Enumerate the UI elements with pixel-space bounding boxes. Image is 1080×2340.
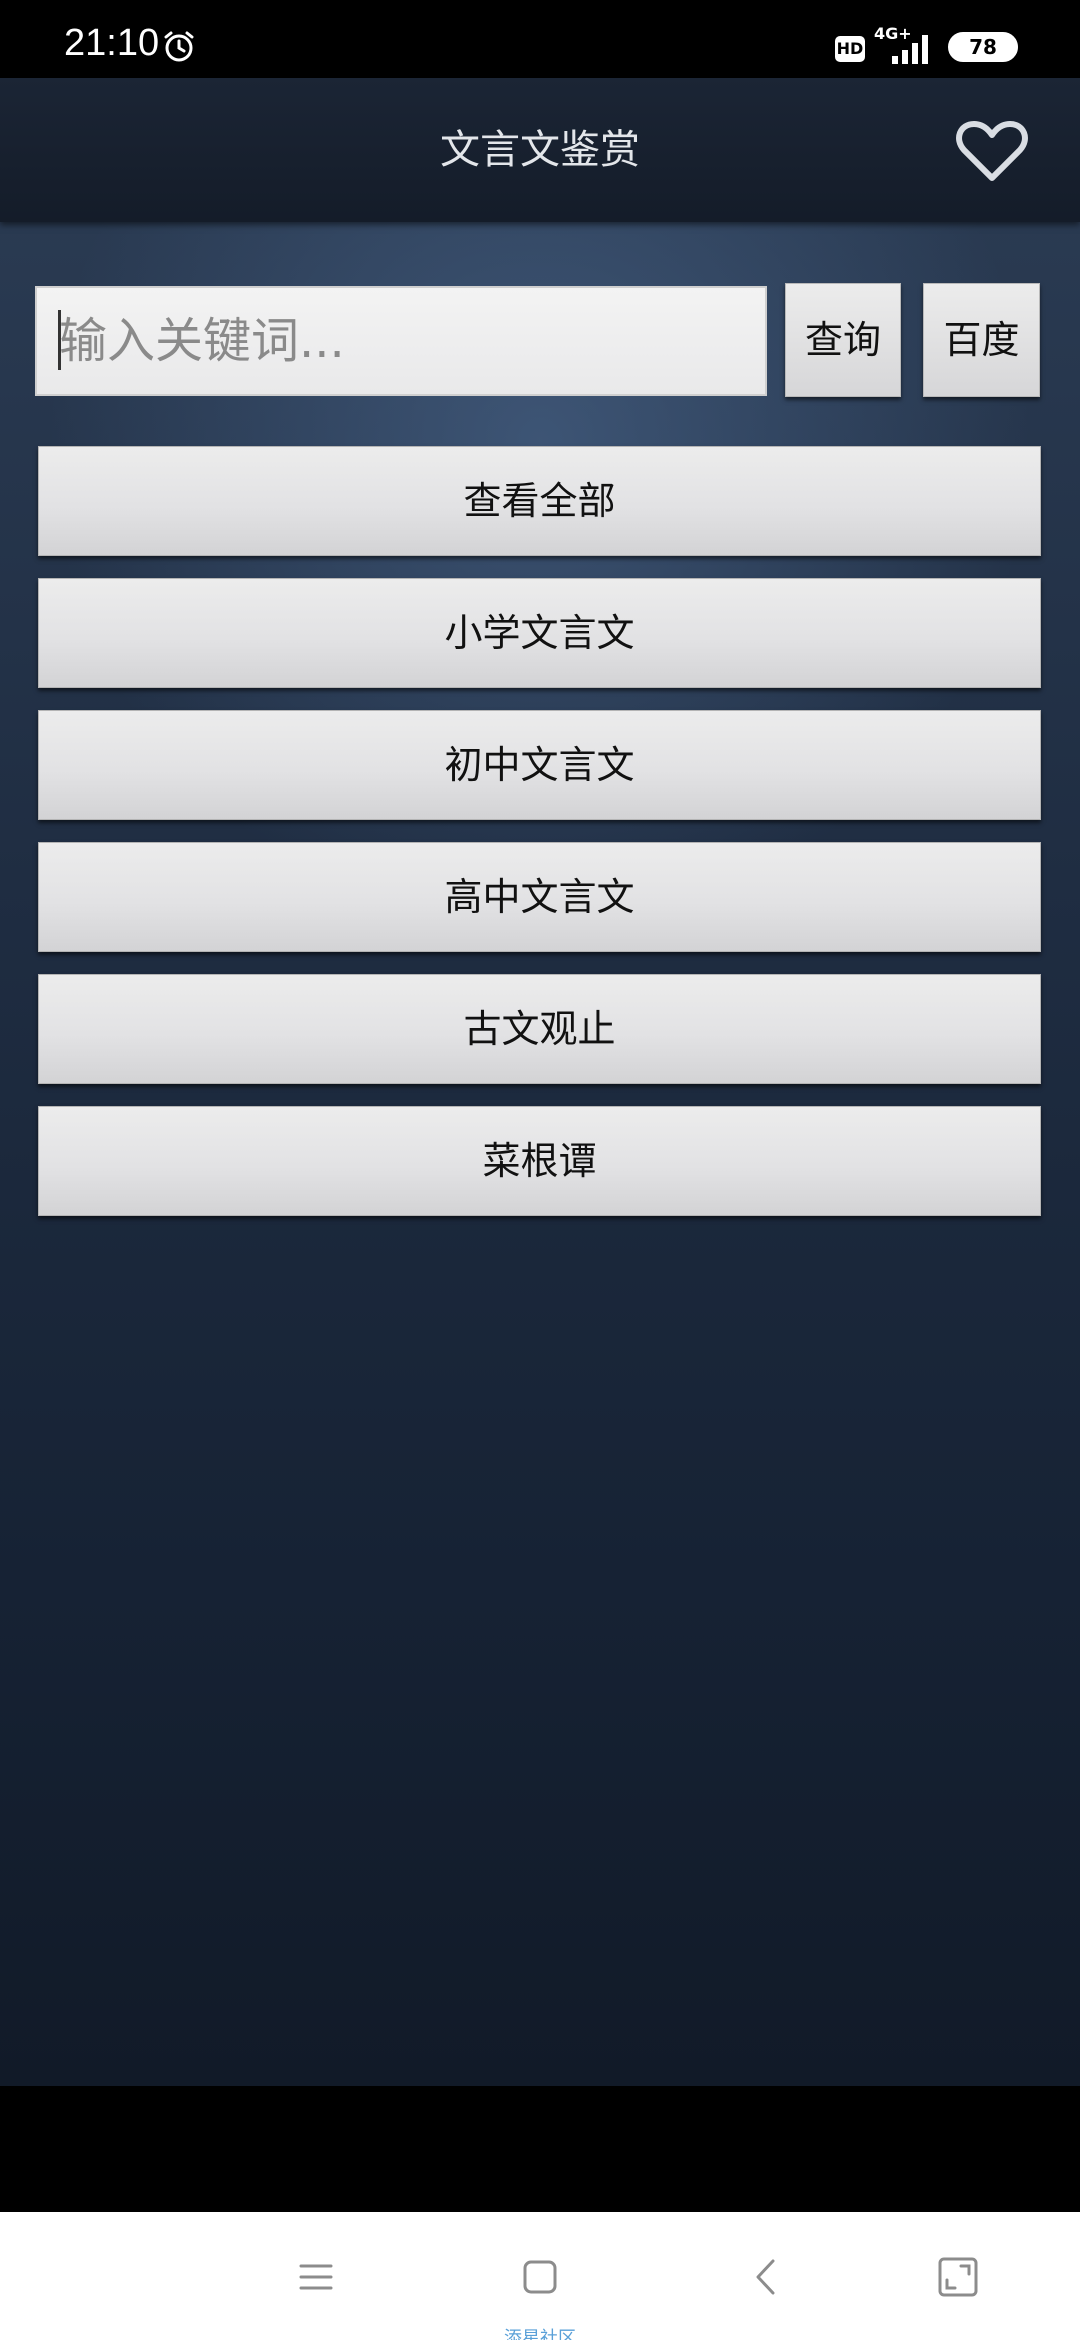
phone-screen: 21:10 HD 4G+ 78 文言文鉴赏 查询 百度 查看全部	[0, 0, 1080, 2340]
back-chevron-icon[interactable]	[744, 2254, 790, 2300]
baidu-button[interactable]: 百度	[923, 283, 1040, 397]
menu-icon[interactable]	[293, 2254, 339, 2300]
primary-school-button[interactable]: 小学文言文	[38, 578, 1041, 688]
query-button[interactable]: 查询	[785, 283, 901, 397]
signal-bars-icon	[892, 35, 928, 64]
caigentan-button[interactable]: 菜根谭	[38, 1106, 1041, 1216]
hd-icon: HD	[835, 36, 865, 62]
search-input[interactable]	[35, 286, 767, 396]
battery-level: 78	[969, 35, 997, 59]
status-time: 21:10	[64, 22, 160, 64]
heart-outline-icon[interactable]	[956, 118, 1028, 184]
text-caret	[58, 310, 61, 370]
status-bar: 21:10 HD 4G+ 78	[0, 0, 1080, 78]
app-header: 文言文鉴赏	[0, 78, 1080, 222]
middle-school-button[interactable]: 初中文言文	[38, 710, 1041, 820]
guwen-guanzhi-button[interactable]: 古文观止	[38, 974, 1041, 1084]
battery-icon: 78	[948, 32, 1018, 62]
expand-corners-icon[interactable]	[935, 2254, 981, 2300]
watermark-text: 添星社区	[504, 2328, 576, 2340]
app-content: 文言文鉴赏 查询 百度 查看全部 小学文言文 初中文言文 高中文言文 古文观止 …	[0, 78, 1080, 2086]
high-school-button[interactable]: 高中文言文	[38, 842, 1041, 952]
page-title: 文言文鉴赏	[440, 127, 640, 173]
alarm-clock-icon	[164, 31, 194, 62]
bottom-spacer	[0, 2086, 1080, 2212]
home-square-icon[interactable]	[517, 2254, 563, 2300]
navigation-bar: 添星社区	[0, 2212, 1080, 2340]
view-all-button[interactable]: 查看全部	[38, 446, 1041, 556]
